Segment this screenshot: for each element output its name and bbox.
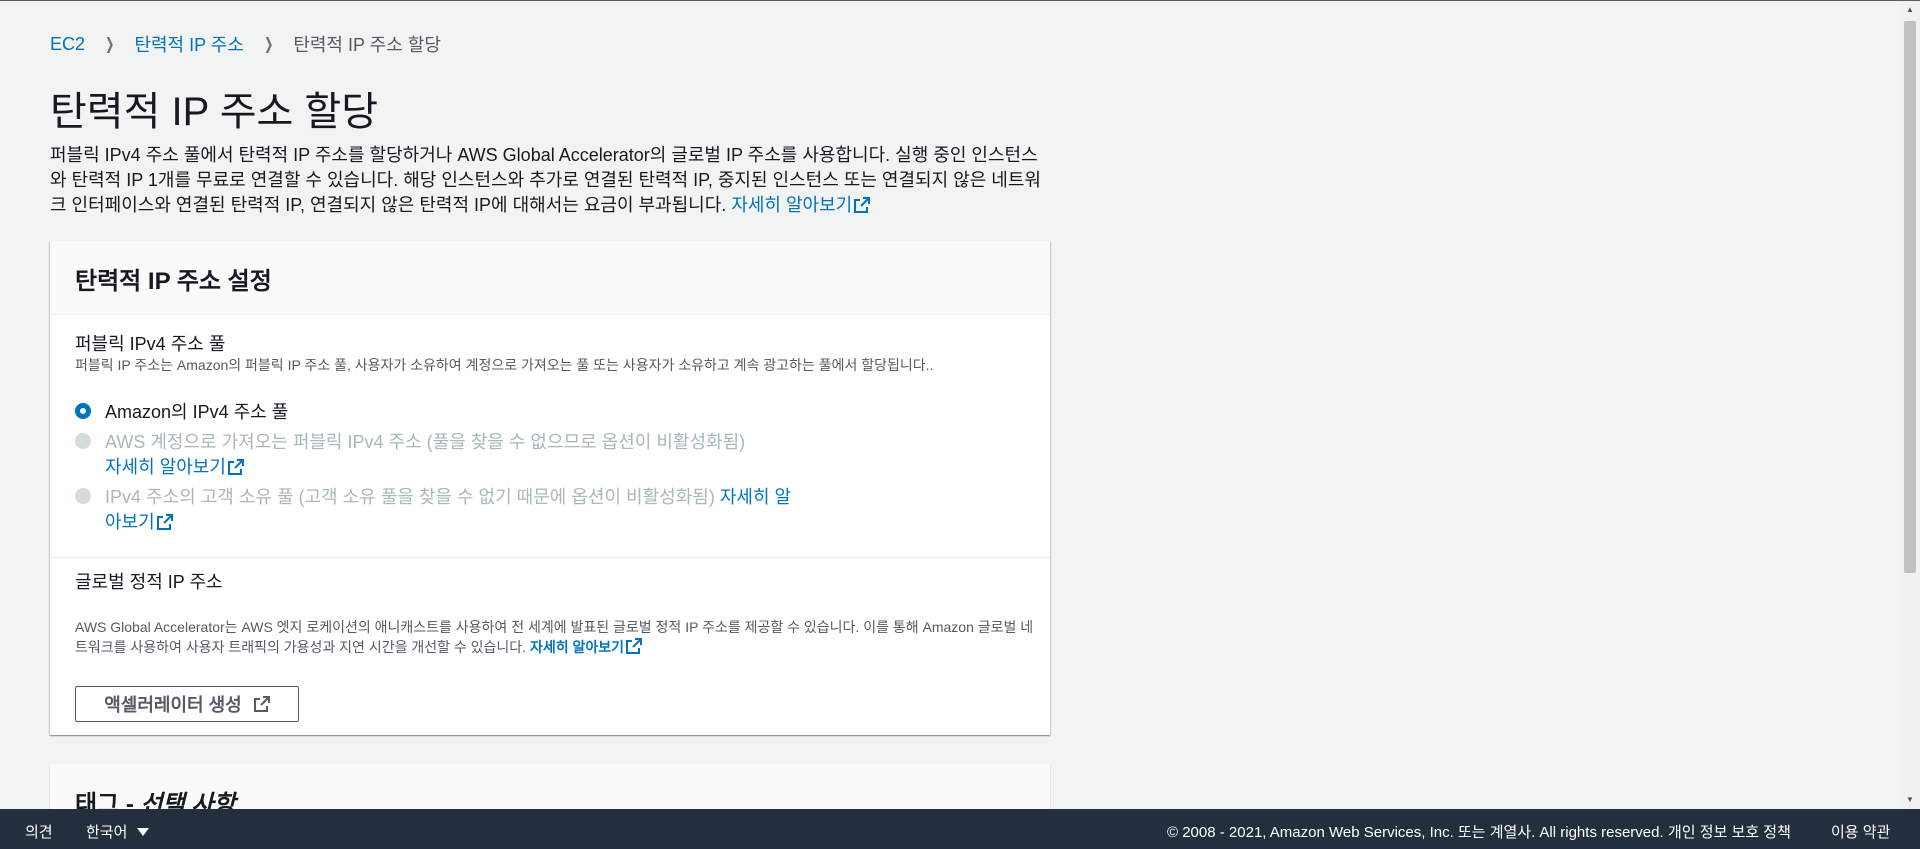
- external-link-icon: [626, 638, 643, 654]
- breadcrumb-ec2[interactable]: EC2: [50, 34, 85, 55]
- elastic-ip-settings-panel: 탄력적 IP 주소 설정 퍼블릭 IPv4 주소 풀 퍼블릭 IP 주소는 Am…: [50, 241, 1050, 735]
- page-description: 퍼블릭 IPv4 주소 풀에서 탄력적 IP 주소를 할당하거나 AWS Glo…: [50, 143, 1050, 218]
- radio-button-disabled: [75, 488, 91, 504]
- breadcrumb-current: 탄력적 IP 주소 할당: [293, 35, 441, 55]
- pool-label: 퍼블릭 IPv4 주소 풀: [75, 334, 226, 354]
- radio-customer-owned-text: IPv4 주소의 고객 소유 풀 (고객 소유 풀을 찾을 수 없기 때문에 옵…: [105, 487, 720, 507]
- global-learn-more-label: 자세히 알아보기: [529, 639, 625, 655]
- radio-byoip-label: AWS 계정으로 가져오는 퍼블릭 IPv4 주소 (풀을 찾을 수 없으므로 …: [105, 430, 765, 480]
- learn-more-label: 자세히 알아보기: [731, 195, 853, 215]
- terms-of-use-link[interactable]: 이용 약관: [1831, 821, 1890, 842]
- radio-button-disabled: [75, 433, 91, 449]
- pool-description: 퍼블릭 IP 주소는 Amazon의 퍼블릭 IP 주소 풀, 사용자가 소유하…: [75, 357, 934, 373]
- footer: 의견 한국어 © 2008 - 2021, Amazon Web Service…: [0, 809, 1920, 849]
- panel-header: 탄력적 IP 주소 설정: [50, 241, 1050, 315]
- chevron-right-icon: ❯: [105, 36, 115, 53]
- external-link-icon: [854, 197, 871, 213]
- create-accelerator-label: 액셀러레이터 생성: [104, 695, 242, 715]
- create-accelerator-button[interactable]: 액셀러레이터 생성: [75, 686, 299, 722]
- external-link-icon: [156, 514, 173, 530]
- scroll-up-arrow-icon[interactable]: ▲: [1900, 1, 1920, 19]
- feedback-link[interactable]: 의견: [25, 821, 53, 842]
- radio-customer-owned-label: IPv4 주소의 고객 소유 풀 (고객 소유 풀을 찾을 수 없기 때문에 옵…: [105, 485, 795, 535]
- learn-more-link[interactable]: 자세히 알아보기: [731, 195, 871, 215]
- language-selector[interactable]: 한국어: [86, 821, 150, 842]
- tags-panel: 태그 - 선택 사항: [50, 764, 1050, 809]
- radio-customer-owned-pool: IPv4 주소의 고객 소유 풀 (고객 소유 풀을 찾을 수 없기 때문에 옵…: [75, 485, 795, 535]
- global-learn-more-link[interactable]: 자세히 알아보기: [529, 638, 643, 655]
- breadcrumb-elastic-ip[interactable]: 탄력적 IP 주소: [134, 31, 243, 57]
- privacy-policy-link[interactable]: 개인 정보 보호 정책: [1668, 821, 1791, 842]
- scrollbar-thumb[interactable]: [1904, 21, 1916, 573]
- tags-optional: 선택 사항: [140, 791, 236, 809]
- page-title: 탄력적 IP 주소 할당: [50, 90, 379, 134]
- radio-amazon-pool[interactable]: Amazon의 IPv4 주소 풀: [75, 400, 288, 425]
- copyright-text: © 2008 - 2021, Amazon Web Services, Inc.…: [1167, 824, 1664, 841]
- section-divider: [50, 557, 1050, 558]
- scroll-down-arrow-icon[interactable]: ▼: [1900, 791, 1920, 809]
- radio-byoip-text: AWS 계정으로 가져오는 퍼블릭 IPv4 주소 (풀을 찾을 수 없으므로 …: [105, 432, 746, 452]
- panel-title: 탄력적 IP 주소 설정: [75, 268, 272, 295]
- global-ip-label: 글로벌 정적 IP 주소: [75, 572, 223, 592]
- external-link-icon: [253, 696, 270, 712]
- global-ip-description: AWS Global Accelerator는 AWS 엣지 로케이션의 애니캐…: [75, 617, 1035, 657]
- page-description-text: 퍼블릭 IPv4 주소 풀에서 탄력적 IP 주소를 할당하거나 AWS Glo…: [50, 145, 1041, 215]
- byoip-learn-more-label: 자세히 알아보기: [105, 457, 226, 477]
- main-content: EC2 ❯ 탄력적 IP 주소 ❯ 탄력적 IP 주소 할당 탄력적 IP 주소…: [0, 1, 1900, 809]
- radio-button-selected[interactable]: [75, 403, 91, 419]
- external-link-icon: [227, 459, 244, 475]
- language-label: 한국어: [86, 824, 128, 841]
- chevron-right-icon: ❯: [263, 36, 274, 53]
- tags-title-text: 태그 -: [75, 791, 141, 809]
- radio-byoip-pool: AWS 계정으로 가져오는 퍼블릭 IPv4 주소 (풀을 찾을 수 없으므로 …: [75, 430, 775, 480]
- vertical-scrollbar[interactable]: ▲ ▼: [1900, 1, 1920, 809]
- radio-amazon-pool-label: Amazon의 IPv4 주소 풀: [105, 402, 289, 422]
- caret-down-icon: [137, 828, 150, 836]
- breadcrumb: EC2 ❯ 탄력적 IP 주소 ❯ 탄력적 IP 주소 할당: [50, 31, 441, 57]
- tags-title: 태그 - 선택 사항: [75, 784, 236, 809]
- byoip-learn-more-link[interactable]: 자세히 알아보기: [105, 457, 244, 477]
